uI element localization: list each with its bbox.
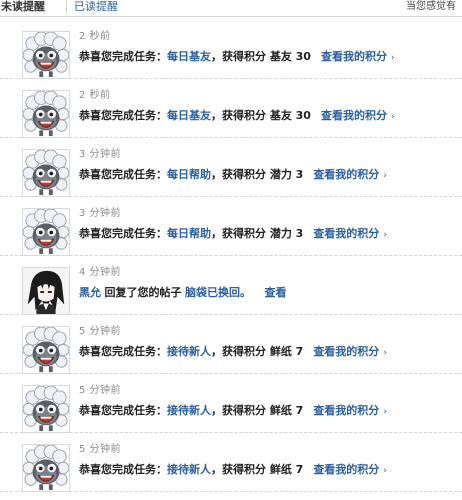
reward-text: ，获得积分 基友 30 — [211, 50, 311, 63]
sheep-avatar-icon[interactable] — [22, 90, 70, 138]
reward-text: ，获得积分 潜力 3 — [211, 227, 304, 240]
reminder-tab-bar: 未读提醒 已读提醒 当您感觉有 — [0, 0, 462, 17]
reply-text: 回复了您的帖子 — [104, 286, 182, 299]
notification-message: 恭喜您完成任务：每日帮助，获得积分 潜力 3 查看我的积分 › — [79, 166, 387, 182]
notification-item: 5 分钟前 恭喜您完成任务：接待新人，获得积分 鲜纸 7 查看我的积分 › — [0, 433, 462, 492]
view-my-points-link[interactable]: 查看我的积分 — [321, 50, 387, 63]
task-prefix: 恭喜您完成任务： — [79, 404, 167, 417]
sheep-avatar-icon[interactable] — [22, 444, 70, 492]
task-link[interactable]: 每日基友 — [167, 50, 211, 63]
tab-unread-reminders[interactable]: 未读提醒 — [1, 0, 45, 14]
view-my-points-link[interactable]: 查看我的积分 — [313, 227, 379, 240]
task-link[interactable]: 每日帮助 — [167, 168, 211, 181]
view-my-points-link[interactable]: 查看我的积分 — [313, 404, 379, 417]
task-link[interactable]: 每日帮助 — [167, 227, 211, 240]
chevron-right-icon: › — [383, 466, 387, 476]
task-link[interactable]: 接待新人 — [167, 463, 211, 476]
top-right-hint: 当您感觉有 — [406, 1, 456, 12]
chevron-right-icon: › — [390, 53, 395, 63]
task-link[interactable]: 每日基友 — [167, 109, 211, 122]
view-my-points-link[interactable]: 查看我的积分 — [313, 345, 379, 358]
notification-message: 恭喜您完成任务：接待新人，获得积分 鲜纸 7 查看我的积分 › — [79, 461, 387, 477]
view-post-link[interactable]: 查看 — [265, 286, 287, 299]
notification-item: 2 秒前 恭喜您完成任务：每日基友，获得积分 基友 30 查看我的积分 › — [0, 17, 462, 79]
notification-item: 5 分钟前 恭喜您完成任务：接待新人，获得积分 鲜纸 7 查看我的积分 › — [0, 315, 462, 374]
reward-text: ，获得积分 鲜纸 7 — [211, 404, 304, 417]
notification-time: 3 分钟前 — [79, 149, 122, 160]
sheep-avatar-icon[interactable] — [22, 326, 70, 374]
notification-time: 5 分钟前 — [79, 326, 122, 337]
task-prefix: 恭喜您完成任务： — [79, 463, 167, 476]
post-title-link[interactable]: 脑袋已换回。 — [185, 286, 251, 299]
view-my-points-link[interactable]: 查看我的积分 — [313, 168, 379, 181]
reward-text: ，获得积分 鲜纸 7 — [211, 345, 304, 358]
reward-text: ，获得积分 基友 30 — [211, 109, 311, 122]
notification-time: 2 秒前 — [79, 90, 111, 101]
notification-item: 2 秒前 恭喜您完成任务：每日基友，获得积分 基友 30 查看我的积分 › — [0, 79, 462, 138]
task-prefix: 恭喜您完成任务： — [79, 109, 167, 122]
sheep-avatar-icon[interactable] — [22, 31, 70, 79]
notification-message: 恭喜您完成任务：接待新人，获得积分 鲜纸 7 查看我的积分 › — [79, 343, 387, 359]
notification-message: 恭喜您完成任务：每日基友，获得积分 基友 30 查看我的积分 › — [79, 107, 395, 123]
notification-list: 2 秒前 恭喜您完成任务：每日基友，获得积分 基友 30 查看我的积分 › 2 秒前… — [0, 17, 462, 492]
notification-time: 5 分钟前 — [79, 444, 122, 455]
sheep-avatar-icon[interactable] — [22, 208, 70, 256]
task-link[interactable]: 接待新人 — [167, 404, 211, 417]
chevron-right-icon: › — [383, 348, 387, 358]
notification-message: 恭喜您完成任务：每日基友，获得积分 基友 30 查看我的积分 › — [79, 48, 395, 64]
notification-time: 5 分钟前 — [79, 385, 122, 396]
notification-item: 3 分钟前 恭喜您完成任务：每日帮助，获得积分 潜力 3 查看我的积分 › — [0, 197, 462, 256]
sheep-avatar-icon[interactable] — [22, 149, 70, 197]
task-prefix: 恭喜您完成任务： — [79, 168, 167, 181]
task-prefix: 恭喜您完成任务： — [79, 345, 167, 358]
notification-item: 4 分钟前 黑允 回复了您的帖子 脑袋已换回。 查看 — [0, 256, 462, 315]
task-prefix: 恭喜您完成任务： — [79, 227, 167, 240]
notification-item: 5 分钟前 恭喜您完成任务：接待新人，获得积分 鲜纸 7 查看我的积分 › — [0, 374, 462, 433]
notification-message: 黑允 回复了您的帖子 脑袋已换回。 查看 — [79, 284, 287, 300]
reward-text: ，获得积分 潜力 3 — [211, 168, 304, 181]
chevron-right-icon: › — [383, 230, 387, 240]
tab-read-reminders[interactable]: 已读提醒 — [74, 0, 118, 14]
notification-time: 2 秒前 — [79, 31, 111, 42]
task-prefix: 恭喜您完成任务： — [79, 50, 167, 63]
anime-character-avatar-icon[interactable] — [22, 267, 70, 315]
reply-user-link[interactable]: 黑允 — [79, 286, 101, 299]
reward-text: ，获得积分 鲜纸 7 — [211, 463, 304, 476]
task-link[interactable]: 接待新人 — [167, 345, 211, 358]
notification-message: 恭喜您完成任务：每日帮助，获得积分 潜力 3 查看我的积分 › — [79, 225, 387, 241]
view-my-points-link[interactable]: 查看我的积分 — [321, 109, 387, 122]
tab-divider — [66, 0, 67, 13]
sheep-avatar-icon[interactable] — [22, 385, 70, 433]
notification-time: 4 分钟前 — [79, 267, 122, 278]
chevron-right-icon: › — [390, 112, 395, 122]
chevron-right-icon: › — [383, 171, 387, 181]
notification-message: 恭喜您完成任务：接待新人，获得积分 鲜纸 7 查看我的积分 › — [79, 402, 387, 418]
chevron-right-icon: › — [383, 407, 387, 417]
view-my-points-link[interactable]: 查看我的积分 — [313, 463, 379, 476]
notification-item: 3 分钟前 恭喜您完成任务：每日帮助，获得积分 潜力 3 查看我的积分 › — [0, 138, 462, 197]
notification-time: 3 分钟前 — [79, 208, 122, 219]
